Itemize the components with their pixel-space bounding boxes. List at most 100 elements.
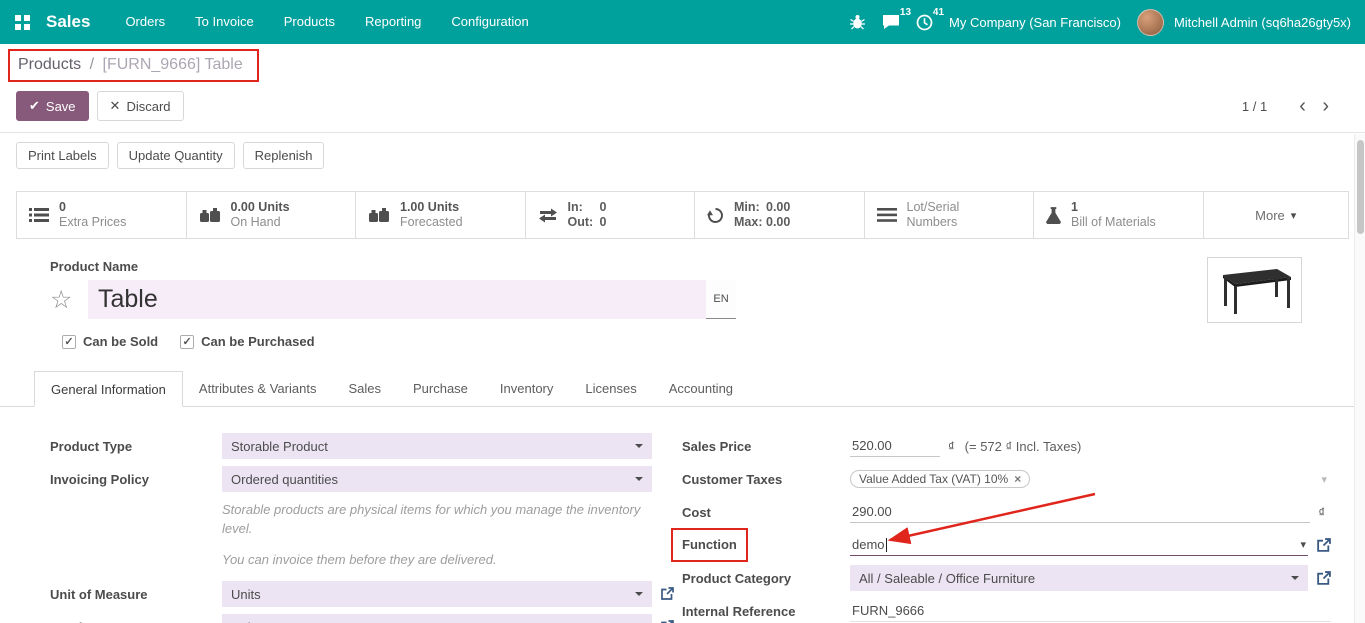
external-link-icon[interactable] xyxy=(1316,571,1331,586)
stat-value: 0.00 Units xyxy=(231,200,290,215)
product-category-select[interactable]: All / Saleable / Office Furniture xyxy=(850,565,1308,591)
pager: 1 / 1 ‹ › xyxy=(1242,96,1335,117)
discard-button-label: Discard xyxy=(126,99,170,114)
main-menu: Orders To Invoice Products Reporting Con… xyxy=(110,0,543,44)
product-type-label: Product Type xyxy=(50,439,222,454)
text-cursor xyxy=(886,538,887,552)
user-menu[interactable]: Mitchell Admin (sq6ha26gty5x) xyxy=(1174,15,1351,30)
save-button[interactable]: ✔ Save xyxy=(16,91,89,121)
internal-reference-input[interactable]: FURN_9666 xyxy=(850,600,1331,622)
menu-configuration[interactable]: Configuration xyxy=(436,0,543,44)
action-button-row: Print Labels Update Quantity Replenish xyxy=(0,133,1365,178)
internal-reference-label: Internal Reference xyxy=(682,604,850,619)
breadcrumb-current: [FURN_9666] Table xyxy=(103,56,243,73)
replenish-button[interactable]: Replenish xyxy=(243,142,325,169)
transfer-arrows-icon xyxy=(538,208,558,223)
external-link-icon[interactable] xyxy=(660,587,674,601)
function-input[interactable]: demo ▾ xyxy=(850,534,1308,557)
company-switcher[interactable]: My Company (San Francisco) xyxy=(949,15,1121,30)
cost-input[interactable]: 290.00 xyxy=(850,501,1310,523)
translation-lang-button[interactable]: EN xyxy=(706,280,736,319)
menu-orders[interactable]: Orders xyxy=(110,0,180,44)
stat-line: Min:0.00 xyxy=(734,200,790,215)
chevron-down-icon[interactable]: ▾ xyxy=(1300,538,1306,551)
sales-price-input[interactable]: 520.00 xyxy=(850,435,940,457)
messages-badge: 13 xyxy=(900,7,911,18)
stat-bill-of-materials[interactable]: 1Bill of Materials xyxy=(1034,192,1204,238)
stat-label: Lot/Serial xyxy=(907,200,960,215)
form-left-column: Product Type Storable Product Invoicing … xyxy=(50,433,682,623)
stat-label: On Hand xyxy=(231,215,290,230)
stat-label: Extra Prices xyxy=(59,215,126,230)
menu-to-invoice[interactable]: To Invoice xyxy=(180,0,269,44)
product-image[interactable] xyxy=(1207,257,1302,323)
tab-sales[interactable]: Sales xyxy=(332,371,397,406)
stat-more-button[interactable]: More ▾ xyxy=(1204,192,1349,238)
stat-extra-prices[interactable]: 0Extra Prices xyxy=(17,192,187,238)
unit-of-measure-select[interactable]: Units xyxy=(222,581,652,607)
activities-clock-icon[interactable]: 41 xyxy=(916,14,933,31)
taxes-included-note: (= 572 ₫ Incl. Taxes) xyxy=(965,439,1082,454)
chevron-down-icon[interactable]: ▾ xyxy=(1321,473,1331,486)
tab-attributes-variants[interactable]: Attributes & Variants xyxy=(183,371,333,406)
tab-general-information[interactable]: General Information xyxy=(34,371,183,407)
menu-products[interactable]: Products xyxy=(269,0,350,44)
cost-label: Cost xyxy=(682,505,850,520)
tab-licenses[interactable]: Licenses xyxy=(569,371,652,406)
customer-tax-tag[interactable]: Value Added Tax (VAT) 10% × xyxy=(850,470,1030,488)
breadcrumb-separator: / xyxy=(90,56,94,73)
stat-line: Out:0 xyxy=(568,215,607,230)
stat-reordering-rules[interactable]: Min:0.00 Max:0.00 xyxy=(695,192,865,238)
form-right-column: Sales Price 520.00 ₫ (= 572 ₫ Incl. Taxe… xyxy=(682,433,1335,623)
help-invoice: You can invoice them before they are del… xyxy=(222,550,654,569)
messages-icon[interactable]: 13 xyxy=(882,14,900,30)
user-avatar[interactable] xyxy=(1137,9,1164,36)
discard-button[interactable]: ✕ Discard xyxy=(97,91,184,121)
scrollbar-thumb[interactable] xyxy=(1357,140,1364,234)
more-label: More xyxy=(1255,208,1285,223)
function-label: Function xyxy=(682,537,737,552)
product-name-input[interactable]: Table xyxy=(88,280,706,319)
stat-value: 1.00 Units xyxy=(400,200,463,215)
currency-symbol: ₫ xyxy=(1318,505,1325,520)
stat-forecasted[interactable]: 1.00 UnitsForecasted xyxy=(356,192,526,238)
stat-line: Max:0.00 xyxy=(734,215,790,230)
stat-in-out[interactable]: In:0 Out:0 xyxy=(526,192,696,238)
tag-remove-icon[interactable]: × xyxy=(1014,472,1021,486)
annotation-box-breadcrumb: Products / [FURN_9666] Table xyxy=(8,49,259,82)
checkbox-checked-icon: ✓ xyxy=(180,335,194,349)
stat-on-hand[interactable]: 0.00 UnitsOn Hand xyxy=(187,192,357,238)
invoicing-policy-select[interactable]: Ordered quantities xyxy=(222,466,652,492)
list-icon xyxy=(877,208,897,222)
tab-purchase[interactable]: Purchase xyxy=(397,371,484,406)
product-type-select[interactable]: Storable Product xyxy=(222,433,652,459)
print-labels-button[interactable]: Print Labels xyxy=(16,142,109,169)
vertical-scrollbar[interactable] xyxy=(1354,134,1365,623)
menu-reporting[interactable]: Reporting xyxy=(350,0,436,44)
purchase-uom-select[interactable]: Units xyxy=(222,614,652,623)
notebook-tabs: General Information Attributes & Variant… xyxy=(0,371,1365,407)
favorite-star-icon[interactable]: ☆ xyxy=(50,285,88,315)
external-link-icon[interactable] xyxy=(1316,538,1331,553)
pager-previous-icon[interactable]: ‹ xyxy=(1293,95,1312,117)
update-quantity-button[interactable]: Update Quantity xyxy=(117,142,235,169)
tab-accounting[interactable]: Accounting xyxy=(653,371,749,406)
stat-value: 1 xyxy=(1071,200,1156,215)
debug-bug-icon[interactable] xyxy=(849,14,866,30)
chevron-down-icon: ▾ xyxy=(1291,209,1297,222)
table-image xyxy=(1215,264,1295,316)
checkbox-checked-icon: ✓ xyxy=(62,335,76,349)
purchase-uom-label: Purchase UoM xyxy=(50,620,222,623)
customer-taxes-label: Customer Taxes xyxy=(682,472,850,487)
apps-menu-icon[interactable] xyxy=(0,0,44,44)
app-name[interactable]: Sales xyxy=(46,12,90,32)
activities-badge: 41 xyxy=(933,7,944,18)
breadcrumb-products[interactable]: Products xyxy=(18,56,81,73)
can-be-purchased-checkbox[interactable]: ✓ Can be Purchased xyxy=(180,334,314,349)
invoicing-policy-label: Invoicing Policy xyxy=(50,472,222,487)
forecast-bags-icon xyxy=(368,207,390,223)
tab-inventory[interactable]: Inventory xyxy=(484,371,569,406)
stat-lot-serial[interactable]: Lot/SerialNumbers xyxy=(865,192,1035,238)
can-be-sold-checkbox[interactable]: ✓ Can be Sold xyxy=(62,334,158,349)
pager-next-icon[interactable]: › xyxy=(1316,95,1335,117)
